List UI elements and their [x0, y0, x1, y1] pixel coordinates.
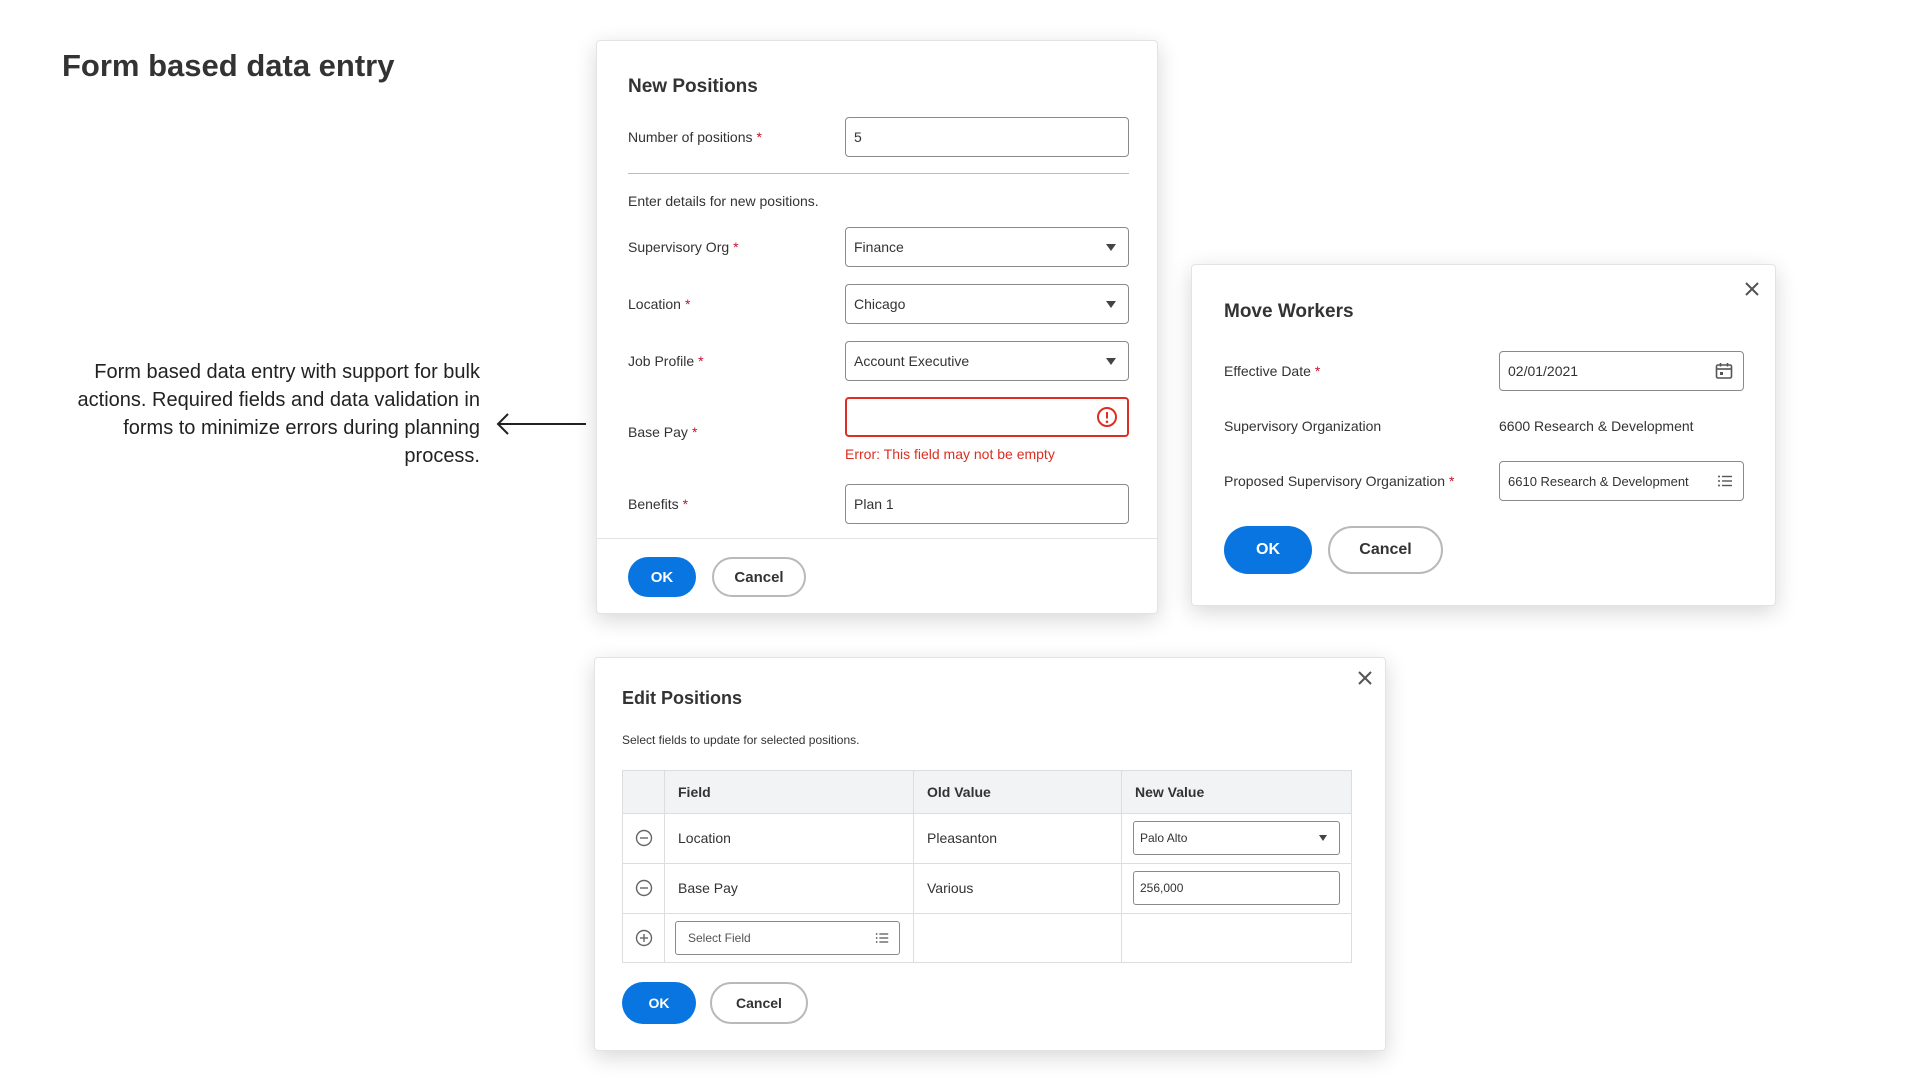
- arrow-left-icon: [496, 413, 586, 435]
- table-row-divider: [623, 813, 1351, 814]
- ok-button[interactable]: OK: [622, 982, 696, 1024]
- number-of-positions-label: Number of positions *: [628, 129, 762, 145]
- edit-positions-title: Edit Positions: [622, 688, 743, 708]
- minus-circle-icon[interactable]: [635, 829, 653, 847]
- close-icon[interactable]: [1742, 279, 1762, 299]
- number-of-positions-input[interactable]: 5: [845, 117, 1129, 157]
- column-divider: [664, 771, 665, 962]
- annotation-text: Form based data entry with support for b…: [77, 361, 480, 467]
- close-icon[interactable]: [1355, 668, 1375, 688]
- chevron-down-icon: [1319, 835, 1327, 841]
- column-header-old-value: Old Value: [927, 784, 991, 800]
- supervisory-organization-value: 6600 Research & Development: [1499, 418, 1694, 434]
- cancel-button[interactable]: Cancel: [1328, 526, 1443, 574]
- ok-button[interactable]: OK: [1224, 526, 1312, 574]
- chevron-down-icon: [1106, 358, 1116, 365]
- supervisory-organization-label: Supervisory Organization: [1224, 418, 1382, 434]
- chevron-down-icon: [1106, 301, 1116, 308]
- chevron-down-icon: [1106, 244, 1116, 251]
- job-profile-select[interactable]: Account Executive: [845, 341, 1129, 381]
- base-pay-input[interactable]: [845, 397, 1129, 437]
- column-divider: [1121, 771, 1122, 962]
- new-positions-title: New Positions: [628, 76, 758, 97]
- proposed-supervisory-organization-label: Proposed Supervisory Organization *: [1224, 473, 1455, 489]
- edit-positions-dialog: Edit Positions Select fields to update f…: [594, 657, 1386, 1051]
- minus-circle-icon[interactable]: [635, 879, 653, 897]
- list-icon[interactable]: [1716, 472, 1734, 490]
- row-field-cell: Location: [678, 830, 731, 846]
- row-field-cell: Base Pay: [678, 880, 738, 896]
- move-workers-dialog: Move Workers Effective Date * 02/01/2021 …: [1191, 264, 1776, 606]
- row-old-value-cell: Pleasanton: [927, 830, 998, 846]
- benefits-label: Benefits *: [628, 496, 689, 512]
- column-divider: [913, 771, 914, 962]
- section-divider: [628, 173, 1129, 174]
- new-location-select[interactable]: Palo Alto: [1133, 821, 1340, 855]
- column-header-new-value: New Value: [1135, 784, 1205, 800]
- base-pay-label: Base Pay *: [628, 424, 698, 440]
- details-instructions: Enter details for new positions.: [628, 193, 819, 209]
- job-profile-label: Job Profile *: [628, 353, 704, 369]
- calendar-icon[interactable]: [1714, 361, 1734, 381]
- cancel-button[interactable]: Cancel: [712, 557, 806, 597]
- table-row-divider: [623, 913, 1351, 914]
- new-base-pay-input[interactable]: 256,000: [1133, 871, 1340, 905]
- error-circle-icon: [1097, 407, 1117, 427]
- page-title: Form based data entry: [62, 48, 395, 83]
- location-label: Location *: [628, 296, 691, 312]
- select-field-input[interactable]: Select Field: [675, 921, 900, 955]
- benefits-input[interactable]: Plan 1: [845, 484, 1129, 524]
- effective-date-label: Effective Date *: [1224, 363, 1321, 379]
- move-workers-title: Move Workers: [1224, 301, 1354, 322]
- plus-circle-icon[interactable]: [635, 929, 653, 947]
- effective-date-input[interactable]: 02/01/2021: [1499, 351, 1744, 391]
- base-pay-error-message: Error: This field may not be empty: [845, 446, 1055, 462]
- supervisory-org-select[interactable]: Finance: [845, 227, 1129, 267]
- cancel-button[interactable]: Cancel: [710, 982, 808, 1024]
- ok-button[interactable]: OK: [628, 557, 696, 597]
- proposed-supervisory-organization-input[interactable]: 6610 Research & Development: [1499, 461, 1744, 501]
- edit-positions-subtitle: Select fields to update for selected pos…: [622, 733, 860, 747]
- table-row-divider: [623, 863, 1351, 864]
- supervisory-org-label: Supervisory Org *: [628, 239, 739, 255]
- new-positions-dialog: New Positions Number of positions * 5 Ent…: [596, 40, 1158, 614]
- list-icon[interactable]: [874, 930, 890, 946]
- row-old-value-cell: Various: [927, 880, 974, 896]
- location-select[interactable]: Chicago: [845, 284, 1129, 324]
- column-header-field: Field: [678, 784, 711, 800]
- edit-positions-table: Field Old Value New Value Location Pleas…: [622, 770, 1352, 963]
- footer-divider: [597, 538, 1157, 539]
